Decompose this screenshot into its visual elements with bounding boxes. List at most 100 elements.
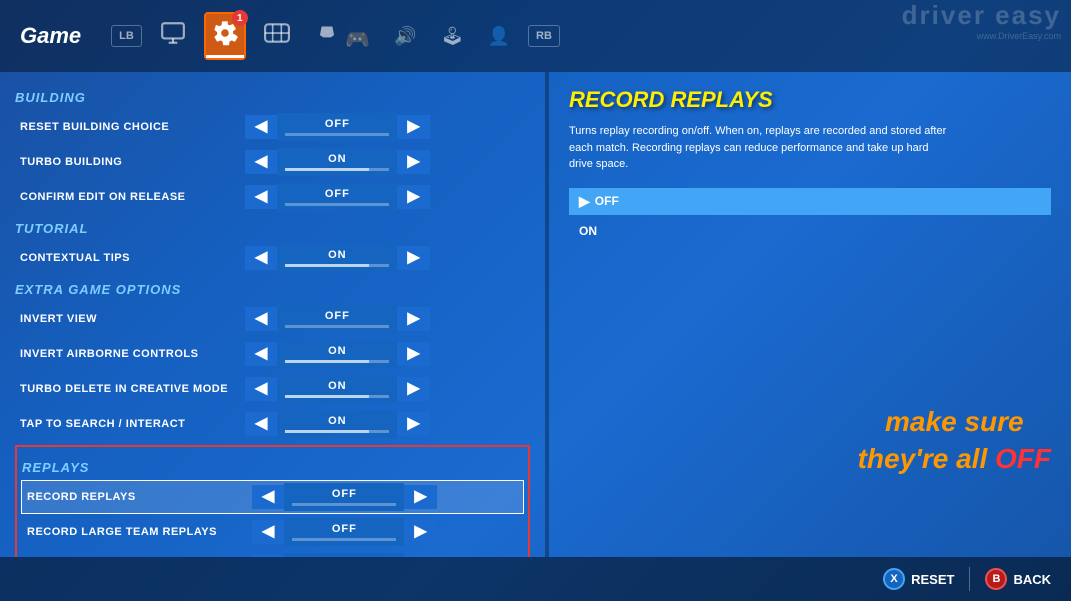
detail-option-on[interactable]: ON — [569, 219, 1051, 243]
detail-description: Turns replay recording on/off. When on, … — [569, 123, 949, 173]
reset-building-control: ◀ OFF ▶ — [245, 113, 530, 141]
make-sure-label: make sure — [885, 406, 1024, 437]
contextual-tips-label: CONTEXTUAL TIPS — [15, 252, 245, 264]
annotation-text: make sure they're all OFF — [858, 404, 1051, 477]
turbo-building-right[interactable]: ▶ — [397, 150, 429, 174]
record-replays-label: RECORD REPLAYS — [22, 491, 252, 503]
turbo-delete-label: TURBO DELETE IN CREATIVE MODE — [15, 383, 245, 395]
turbo-delete-value-box: ON — [277, 375, 397, 403]
record-large-right[interactable]: ▶ — [404, 520, 436, 544]
contextual-tips-right[interactable]: ▶ — [397, 246, 429, 270]
theyre-all-label: they're all — [858, 443, 995, 474]
confirm-edit-value-box: OFF — [277, 183, 397, 211]
turbo-building-label: TURBO BUILDING — [15, 156, 245, 168]
reset-label: RESET — [911, 572, 954, 587]
replays-wrapper: REPLAYS RECORD REPLAYS ◀ OFF ▶ RECORD LA… — [15, 445, 530, 557]
invert-airborne-label: INVERT AIRBORNE CONTROLS — [15, 348, 245, 360]
record-replays-value: OFF — [332, 488, 357, 500]
invert-airborne-value-box: ON — [277, 340, 397, 368]
setting-record-large: RECORD LARGE TEAM REPLAYS ◀ OFF ▶ — [22, 516, 523, 548]
b-circle: B — [985, 568, 1007, 590]
detail-option-off[interactable]: ▶ OFF — [569, 188, 1051, 215]
setting-turbo-delete: TURBO DELETE IN CREATIVE MODE ◀ ON ▶ — [15, 373, 530, 405]
tap-search-value: ON — [328, 415, 347, 427]
invert-view-right[interactable]: ▶ — [397, 307, 429, 331]
nav-gamepad[interactable]: 🎮 — [308, 14, 376, 58]
nav-settings[interactable]: 1 — [204, 12, 246, 60]
record-replays-slider — [292, 503, 396, 506]
page-title: Game — [20, 23, 81, 49]
tap-search-label: TAP TO SEARCH / INTERACT — [15, 418, 245, 430]
confirm-edit-left[interactable]: ◀ — [245, 185, 277, 209]
contextual-tips-left[interactable]: ◀ — [245, 246, 277, 270]
tutorial-section: TUTORIAL CONTEXTUAL TIPS ◀ ON ▶ — [15, 221, 530, 274]
nav-rb[interactable]: RB — [528, 25, 560, 47]
invert-airborne-value: ON — [328, 345, 347, 357]
confirm-edit-slider — [285, 203, 389, 206]
record-large-left[interactable]: ◀ — [252, 520, 284, 544]
reset-building-value-box: OFF — [277, 113, 397, 141]
back-button[interactable]: B BACK — [985, 568, 1051, 590]
option-off-label: OFF — [595, 194, 619, 208]
tap-search-right[interactable]: ▶ — [397, 412, 429, 436]
contextual-tips-value-box: ON — [277, 244, 397, 272]
off-label: OFF — [995, 443, 1051, 474]
main-content: BUILDING RESET BUILDING CHOICE ◀ OFF ▶ T… — [0, 72, 1071, 557]
reset-button[interactable]: X RESET — [883, 568, 954, 590]
bottom-divider — [969, 567, 970, 591]
confirm-edit-control: ◀ OFF ▶ — [245, 183, 530, 211]
extra-title: EXTRA GAME OPTIONS — [15, 282, 530, 297]
turbo-delete-control: ◀ ON ▶ — [245, 375, 530, 403]
turbo-building-value: ON — [328, 153, 347, 165]
reset-building-left[interactable]: ◀ — [245, 115, 277, 139]
nav-speaker[interactable]: 🔊 — [388, 20, 422, 53]
nav-controller2[interactable]: 🕹 — [435, 20, 470, 53]
invert-view-left[interactable]: ◀ — [245, 307, 277, 331]
turbo-delete-right[interactable]: ▶ — [397, 377, 429, 401]
setting-invert-view: INVERT VIEW ◀ OFF ▶ — [15, 303, 530, 335]
invert-view-value: OFF — [325, 310, 350, 322]
nav-monitor[interactable] — [154, 14, 192, 58]
turbo-delete-value: ON — [328, 380, 347, 392]
confirm-edit-label: CONFIRM EDIT ON RELEASE — [15, 191, 245, 203]
tap-search-left[interactable]: ◀ — [245, 412, 277, 436]
record-large-value-box: OFF — [284, 518, 404, 546]
record-replays-value-box: OFF — [284, 483, 404, 511]
record-replays-left[interactable]: ◀ — [252, 485, 284, 509]
invert-view-label: INVERT VIEW — [15, 313, 245, 325]
record-large-value: OFF — [332, 523, 357, 535]
record-large-label: RECORD LARGE TEAM REPLAYS — [22, 526, 252, 538]
detail-title: RECORD REPLAYS — [569, 87, 1051, 113]
reset-building-value: OFF — [325, 118, 350, 130]
left-panel: BUILDING RESET BUILDING CHOICE ◀ OFF ▶ T… — [0, 72, 545, 557]
record-replays-right[interactable]: ▶ — [404, 485, 436, 509]
confirm-edit-right[interactable]: ▶ — [397, 185, 429, 209]
extra-section: EXTRA GAME OPTIONS INVERT VIEW ◀ OFF ▶ I… — [15, 282, 530, 440]
reset-building-slider — [285, 133, 389, 136]
invert-airborne-left[interactable]: ◀ — [245, 342, 277, 366]
setting-confirm-edit: CONFIRM EDIT ON RELEASE ◀ OFF ▶ — [15, 181, 530, 213]
turbo-building-left[interactable]: ◀ — [245, 150, 277, 174]
setting-record-replays: RECORD REPLAYS ◀ OFF ▶ — [22, 481, 523, 513]
replays-section: REPLAYS RECORD REPLAYS ◀ OFF ▶ RECORD LA… — [15, 445, 530, 557]
setting-turbo-building: TURBO BUILDING ◀ ON ▶ — [15, 146, 530, 178]
nav-controller-alt[interactable] — [258, 14, 296, 58]
bottom-bar: X RESET B BACK — [0, 557, 1071, 601]
nav-person[interactable]: 👤 — [482, 20, 516, 53]
invert-airborne-slider — [285, 360, 389, 363]
invert-airborne-right[interactable]: ▶ — [397, 342, 429, 366]
nav-lb[interactable]: LB — [111, 25, 142, 47]
option-on-label: ON — [579, 224, 597, 238]
turbo-delete-left[interactable]: ◀ — [245, 377, 277, 401]
reset-building-right[interactable]: ▶ — [397, 115, 429, 139]
setting-reset-building: RESET BUILDING CHOICE ◀ OFF ▶ — [15, 111, 530, 143]
x-circle: X — [883, 568, 905, 590]
turbo-building-control: ◀ ON ▶ — [245, 148, 530, 176]
setting-contextual-tips: CONTEXTUAL TIPS ◀ ON ▶ — [15, 242, 530, 274]
building-section: BUILDING RESET BUILDING CHOICE ◀ OFF ▶ T… — [15, 90, 530, 213]
tap-search-slider — [285, 430, 389, 433]
invert-view-value-box: OFF — [277, 305, 397, 333]
tap-search-value-box: ON — [277, 410, 397, 438]
record-large-slider — [292, 538, 396, 541]
turbo-building-slider — [285, 168, 389, 171]
